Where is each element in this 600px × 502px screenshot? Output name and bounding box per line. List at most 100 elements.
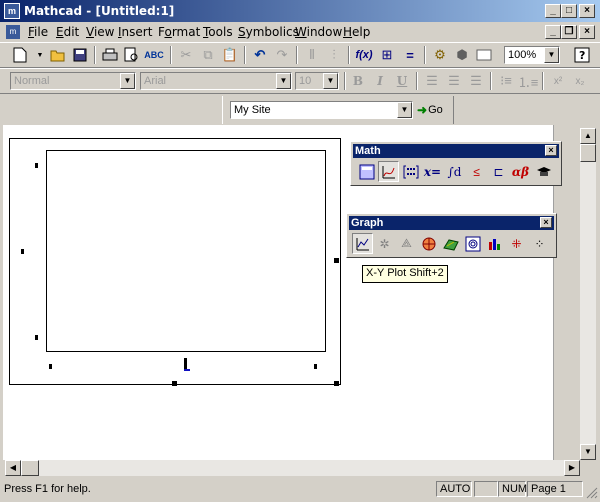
subscript-button[interactable]: x₂ xyxy=(570,71,590,91)
insert-unit-icon[interactable]: ⊞ xyxy=(377,45,397,65)
undo-icon[interactable]: ↶ xyxy=(250,45,270,65)
minimize-button[interactable]: _ xyxy=(545,4,561,18)
placeholder-handle[interactable] xyxy=(35,163,38,168)
resize-grip-icon[interactable] xyxy=(584,485,598,499)
component-wizard-icon[interactable]: ⚙ xyxy=(430,45,450,65)
doc-close-button[interactable]: × xyxy=(579,25,595,39)
placeholder-handle[interactable] xyxy=(21,249,24,254)
address-select[interactable]: My Site ▼ xyxy=(230,101,413,119)
scroll-up-icon[interactable]: ▲ xyxy=(580,128,596,144)
insert-function-icon[interactable]: f(x) xyxy=(354,45,374,65)
programming-icon[interactable]: ⊏ xyxy=(488,161,509,182)
dropdown-arrow-icon[interactable]: ▼ xyxy=(30,45,50,65)
horizontal-scrollbar[interactable]: ◀ ▶ xyxy=(5,460,580,476)
math-palette-title[interactable]: Math × xyxy=(353,144,559,158)
font-size-select[interactable]: 10 ▼ xyxy=(295,72,339,90)
scroll-right-icon[interactable]: ▶ xyxy=(564,460,580,476)
font-select[interactable]: Arial ▼ xyxy=(140,72,292,90)
close-icon[interactable]: × xyxy=(540,217,552,228)
menu-edit[interactable]: Edit xyxy=(56,25,79,39)
menu-help[interactable]: Help xyxy=(343,25,370,39)
align-center-icon[interactable]: ☰ xyxy=(444,71,464,91)
redo-icon[interactable]: ↷ xyxy=(272,45,292,65)
bold-button[interactable]: B xyxy=(348,71,368,91)
resources-icon[interactable]: ⬢ xyxy=(452,45,472,65)
standard-toolbar: ▼ ABC ✂ ⧉ 📋 ↶ ↷ ⫴ ⫶ f(x) ⊞ = ⚙ ⬢ 100% ▼ ? xyxy=(0,42,600,68)
cut-icon[interactable]: ✂ xyxy=(176,45,196,65)
graph-icon[interactable] xyxy=(378,161,399,182)
surface-plot-icon[interactable]: ⟁ xyxy=(396,233,417,254)
menu-file[interactable]: File xyxy=(28,25,48,39)
plot-region[interactable] xyxy=(9,138,341,385)
polar-plot-icon[interactable]: ✲ xyxy=(374,233,395,254)
align-across-icon[interactable]: ⫴ xyxy=(302,45,322,65)
zoom-select[interactable]: 100% ▼ xyxy=(504,46,560,64)
paste-icon[interactable]: 📋 xyxy=(220,45,240,65)
calculate-icon[interactable]: = xyxy=(400,45,420,65)
menu-symbolics[interactable]: Symbolics xyxy=(238,25,299,39)
document-icon[interactable]: m xyxy=(6,25,20,39)
superscript-button[interactable]: x² xyxy=(548,71,568,91)
align-down-icon[interactable]: ⫶ xyxy=(324,45,344,65)
new-icon[interactable] xyxy=(10,45,30,65)
3d-bar-icon[interactable] xyxy=(462,233,483,254)
placeholder-handle[interactable] xyxy=(49,364,52,369)
menu-window[interactable]: Window xyxy=(295,25,342,39)
maximize-button[interactable]: □ xyxy=(561,4,577,18)
copy-icon[interactable]: ⧉ xyxy=(198,45,218,65)
help-icon[interactable]: ? xyxy=(572,45,592,65)
menu-tools[interactable]: Tools xyxy=(203,25,233,39)
close-button[interactable]: × xyxy=(579,4,595,18)
toolbar-separator xyxy=(344,72,346,90)
evaluation-icon[interactable]: x= xyxy=(422,161,443,182)
go-button[interactable]: ➜ Go xyxy=(417,103,443,117)
align-right-icon[interactable]: ☰ xyxy=(466,71,486,91)
doc-minimize-button[interactable]: _ xyxy=(545,25,561,39)
scroll-thumb[interactable] xyxy=(21,460,39,476)
resize-handle[interactable] xyxy=(172,381,177,386)
calculator-icon[interactable] xyxy=(356,161,377,182)
greek-icon[interactable]: αβ xyxy=(510,161,531,182)
chevron-down-icon: ▼ xyxy=(323,73,338,89)
bullets-icon[interactable]: ⁝≡ xyxy=(496,71,516,91)
print-icon[interactable] xyxy=(100,45,120,65)
calculus-icon[interactable]: ∫d xyxy=(444,161,465,182)
save-icon[interactable] xyxy=(70,45,90,65)
3d-scatter-icon[interactable] xyxy=(440,233,461,254)
scroll-down-icon[interactable]: ▼ xyxy=(580,444,596,460)
placeholder-handle[interactable] xyxy=(35,335,38,340)
matrix-icon[interactable] xyxy=(400,161,421,182)
resize-handle[interactable] xyxy=(334,258,339,263)
vector-field-icon[interactable] xyxy=(484,233,505,254)
print-preview-icon[interactable] xyxy=(122,45,142,65)
menu-view[interactable]: View xyxy=(86,25,114,39)
align-left-icon[interactable]: ☰ xyxy=(422,71,442,91)
close-icon[interactable]: × xyxy=(545,145,557,156)
chevron-down-icon: ▼ xyxy=(276,73,291,89)
graph-palette-title[interactable]: Graph × xyxy=(349,216,554,230)
spell-check-icon[interactable]: ABC xyxy=(144,45,164,65)
xy-plot-icon[interactable] xyxy=(352,233,373,254)
zoom-icon[interactable]: ⁘ xyxy=(529,233,550,254)
web-toolbar: My Site ▼ ➜ Go xyxy=(222,96,454,124)
menu-format[interactable]: Format xyxy=(158,25,200,39)
underline-button[interactable]: U xyxy=(392,71,412,91)
plot-area[interactable] xyxy=(46,150,326,352)
trace-icon[interactable]: ⁜ xyxy=(506,233,527,254)
mathcad-logo-icon: m xyxy=(4,3,20,19)
symbolic-icon[interactable] xyxy=(533,161,554,182)
collaboratory-icon[interactable] xyxy=(474,45,494,65)
scroll-thumb[interactable] xyxy=(580,144,596,162)
boolean-icon[interactable]: ≤ xyxy=(466,161,487,182)
menu-insert[interactable]: Insert xyxy=(118,25,152,39)
numbering-icon[interactable]: ⒈≡ xyxy=(518,71,539,91)
style-select[interactable]: Normal ▼ xyxy=(10,72,136,90)
placeholder-handle[interactable] xyxy=(314,364,317,369)
scroll-left-icon[interactable]: ◀ xyxy=(5,460,21,476)
contour-plot-icon[interactable] xyxy=(418,233,439,254)
doc-restore-button[interactable]: ❐ xyxy=(561,25,577,39)
open-icon[interactable] xyxy=(48,45,68,65)
resize-handle[interactable] xyxy=(334,381,339,386)
vertical-scrollbar[interactable]: ▲ ▼ xyxy=(580,128,596,460)
italic-button[interactable]: I xyxy=(370,71,390,91)
